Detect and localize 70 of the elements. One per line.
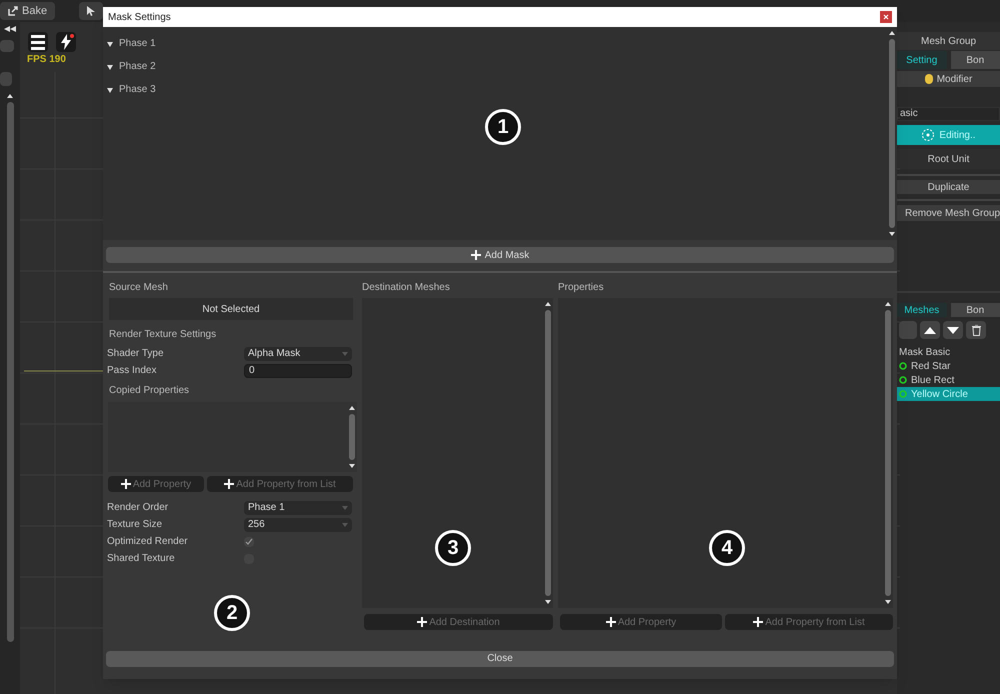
input-field[interactable]: 0 [244,364,352,378]
caret-icon [342,522,348,526]
arrow-down-icon[interactable] [885,600,891,604]
menu-icon[interactable] [28,32,48,52]
section-heading: Destination Meshes [362,281,451,295]
fps-counter: FPS 190 [27,53,66,67]
root-unit-button[interactable]: Root Unit [897,149,1000,169]
checkbox[interactable] [244,536,254,546]
plus-icon [753,617,764,627]
mesh-list-item[interactable]: Blue Rect [897,373,1000,387]
panel-tab[interactable]: Bon [950,303,1000,317]
field-label: Shared Texture [107,552,176,566]
arrow-up-icon[interactable] [545,302,551,306]
source-mesh-field[interactable]: Not Selected [109,298,353,320]
cursor-icon [87,6,96,16]
phase-item[interactable]: Phase 2 [107,55,887,78]
plus-icon [470,250,481,260]
field-label: Shader Type [107,347,165,361]
plus-icon [606,617,616,627]
plus-icon [417,617,428,627]
arrow-up-icon[interactable] [889,31,895,35]
dropdown[interactable]: Phase 1 [244,500,352,514]
add-mask-button[interactable]: Add Mask [106,247,894,263]
field-label: Optimized Render [107,535,189,549]
dropdown[interactable]: Alpha Mask [244,346,352,360]
move-down-icon[interactable] [943,321,963,339]
arrow-up-icon[interactable] [349,406,355,410]
caret-icon [342,352,348,356]
section-heading: Source Mesh [108,281,169,295]
arrow-up-icon[interactable] [7,94,13,98]
mesh-list-item[interactable]: Red Star [897,359,1000,373]
section-heading: Copied Properties [108,384,190,398]
trash-icon[interactable] [966,321,986,339]
scrollbar[interactable] [6,102,14,642]
arrow-up-icon[interactable] [885,302,891,306]
phase-item[interactable]: Phase 3 [107,78,887,101]
field-label: Render Order [107,501,170,515]
arrow-down-icon[interactable] [349,464,355,468]
panel-tab[interactable]: Setting [897,51,946,69]
arrow-down-icon[interactable] [545,600,551,604]
remove-button[interactable]: Remove Mesh Group [897,205,1000,221]
arrow-down-icon[interactable] [889,232,895,236]
caret-icon [342,506,348,510]
close-icon[interactable] [880,11,892,23]
collapse-icon[interactable] [4,26,16,32]
plus-icon [120,479,131,489]
window-title: Mask Settings [108,10,171,24]
duplicate-button[interactable]: Duplicate [897,180,1000,194]
panel-tab[interactable]: Meshes [897,303,946,317]
field-label: Texture Size [107,518,164,532]
phase-item[interactable]: Phase 1 [107,32,887,55]
dropdown[interactable]: 256 [244,518,352,532]
section-heading: Render Texture Settings [108,328,218,342]
triangle-icon[interactable] [107,86,113,92]
name-field[interactable]: asic [897,107,1000,121]
lightning-icon[interactable] [56,32,76,52]
triangle-icon[interactable] [107,40,113,46]
plus-icon [224,479,234,489]
close-button[interactable]: Close [106,650,894,666]
cursor-tool-button[interactable] [79,2,104,20]
panel-header: Mesh Group [897,32,1000,50]
modifier-button[interactable]: Modifier [897,71,1000,87]
mesh-list-item[interactable]: Mask Basic [897,345,1000,359]
bake-button[interactable]: Bake [0,2,56,20]
section-heading: Properties [558,281,605,295]
panel-tab[interactable]: Bon [950,51,1000,69]
export-icon [8,6,18,16]
move-up-icon[interactable] [920,321,940,339]
field-label: Pass Index [107,364,158,378]
triangle-icon[interactable] [107,64,113,70]
